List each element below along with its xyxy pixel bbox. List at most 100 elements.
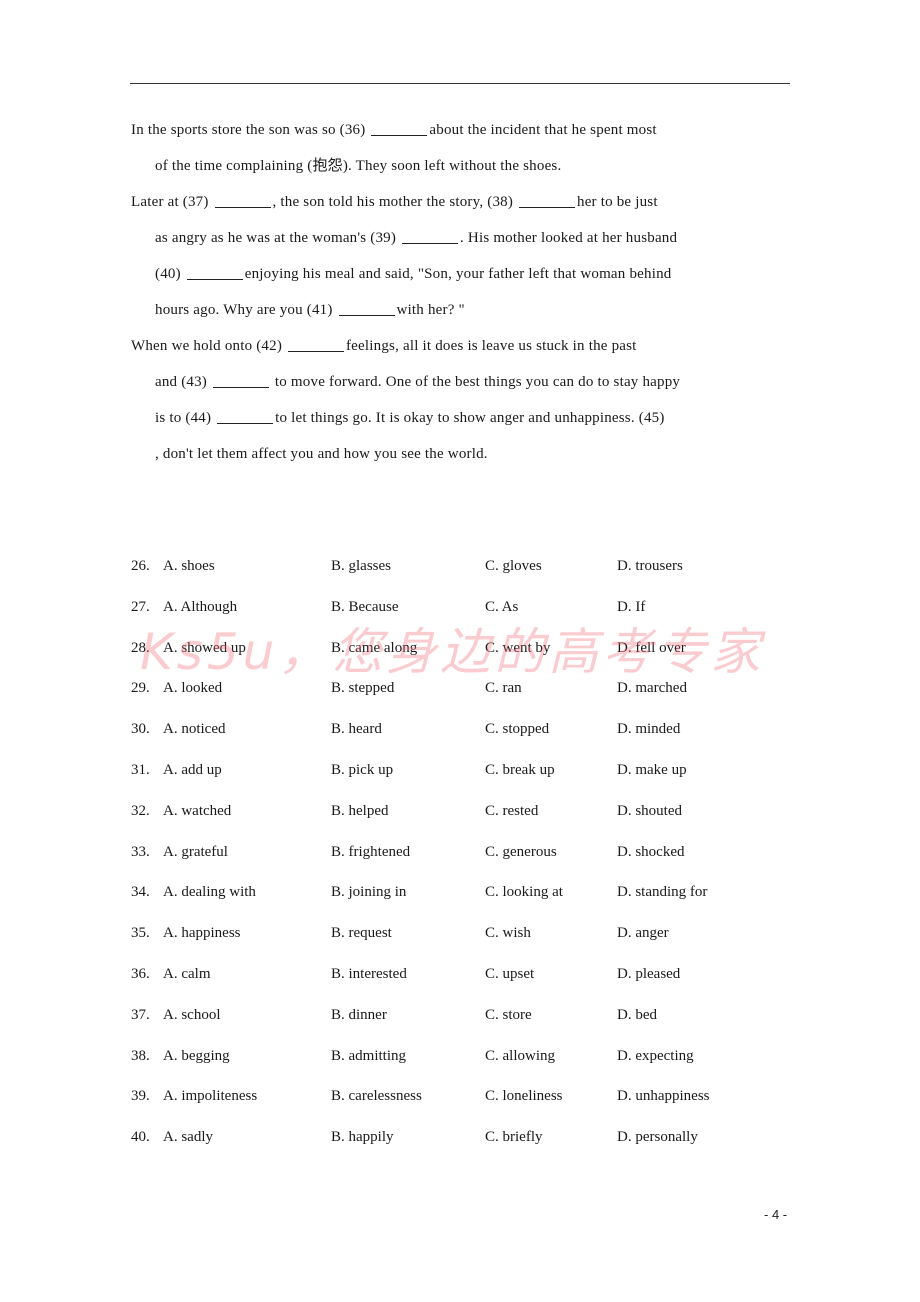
option-b: B. admitting <box>331 1047 406 1064</box>
question-row: 28. A. showed up B. came along C. went by D.… <box>131 630 791 671</box>
question-row: 26. A. shoes B. glasses C. gloves D. trouser… <box>131 548 791 589</box>
option-d: D. personally <box>617 1129 698 1146</box>
passage-text: In the sports store the son was so (36) <box>131 122 370 138</box>
answer-blank <box>186 265 243 280</box>
question-number: 29. <box>131 680 150 697</box>
option-c: C. break up <box>485 761 555 778</box>
answer-blank <box>338 301 395 316</box>
option-a: A. school <box>163 1006 221 1023</box>
answer-blank <box>371 121 428 136</box>
option-a: A. grateful <box>163 843 228 860</box>
option-a: A. impoliteness <box>163 1088 258 1105</box>
passage-line: (40) enjoying his meal and said, "Son, y… <box>131 256 821 292</box>
question-number: 30. <box>131 721 150 738</box>
option-d: D. expecting <box>617 1047 694 1064</box>
option-b: B. helped <box>331 802 389 819</box>
question-number: 35. <box>131 925 150 942</box>
option-d: D. bed <box>617 1006 657 1023</box>
option-a: A. add up <box>163 761 222 778</box>
option-b: B. pick up <box>331 761 394 778</box>
header-rule <box>130 83 790 84</box>
option-c: C. looking at <box>485 884 563 901</box>
option-c: C. rested <box>485 802 539 819</box>
question-row: 29. A. looked B. stepped C. ran D. marched <box>131 670 791 711</box>
option-b: B. came along <box>331 639 418 656</box>
question-row: 37. A. school B. dinner C. store D. bed <box>131 997 791 1038</box>
option-c: C. stopped <box>485 721 550 738</box>
answer-blank <box>287 337 344 352</box>
question-row: 32. A. watched B. helped C. rested D. shoute… <box>131 793 791 834</box>
passage-text: her to be just <box>577 194 658 210</box>
option-c: C. briefly <box>485 1129 543 1146</box>
option-b: B. dinner <box>331 1006 387 1023</box>
passage-text: . His mother looked at her husband <box>460 230 678 246</box>
question-number: 38. <box>131 1047 150 1064</box>
passage-line: Later at (37) , the son told his mother … <box>131 184 821 220</box>
passage-text: feelings, all it does is leave us stuck … <box>345 338 637 354</box>
option-d: D. standing for <box>617 884 708 901</box>
answer-blank <box>402 229 459 244</box>
page-number: - 4 - <box>764 1207 788 1222</box>
passage-text: (40) <box>155 266 185 282</box>
option-b: B. glasses <box>331 558 391 574</box>
question-row: 39. A. impoliteness B. carelessness C. lone… <box>131 1078 791 1119</box>
question-row: 34. A. dealing with B. joining in C. lookin… <box>131 874 791 915</box>
option-d: D. minded <box>617 721 681 738</box>
option-c: C. gloves <box>485 558 542 574</box>
option-d: D. shouted <box>617 802 682 819</box>
answer-blank <box>212 373 269 388</box>
option-c: C. went by <box>485 639 551 656</box>
option-d: D. unhappiness <box>617 1088 710 1105</box>
question-number: 32. <box>131 802 150 819</box>
option-c: C. wish <box>485 925 531 942</box>
option-c: C. upset <box>485 965 535 982</box>
passage-line: is to (44) to let things go. It is okay … <box>131 400 821 436</box>
option-c: C. store <box>485 1006 532 1023</box>
option-a: A. shoes <box>163 558 215 574</box>
option-a: A. looked <box>163 680 223 697</box>
option-a: A. begging <box>163 1047 230 1064</box>
option-d: D. anger <box>617 925 669 942</box>
cloze-passage: In the sports store the son was so (36) … <box>131 112 821 472</box>
passage-text: about the incident that he spent most <box>429 122 657 138</box>
option-b: B. stepped <box>331 680 395 697</box>
option-c: C. allowing <box>485 1047 555 1064</box>
passage-text: is to (44) <box>155 410 216 426</box>
passage-text: as angry as he was at the woman's (39) <box>155 230 401 246</box>
answer-blank <box>519 193 575 208</box>
option-b: B. heard <box>331 721 382 738</box>
option-c: C. loneliness <box>485 1088 563 1105</box>
option-a: A. showed up <box>163 639 246 656</box>
option-b: B. frightened <box>331 843 411 860</box>
option-a: A. calm <box>163 965 211 982</box>
question-number: 37. <box>131 1006 150 1023</box>
passage-line: of the time complaining (抱怨). They soon … <box>131 148 821 184</box>
option-d: D. If <box>617 598 646 615</box>
question-number: 31. <box>131 761 150 778</box>
answer-blank <box>217 409 274 424</box>
option-d: D. shocked <box>617 843 685 860</box>
passage-text: with her? " <box>396 302 465 318</box>
option-c: C. As <box>485 598 519 615</box>
passage-text: to move forward. One of the best things … <box>270 374 681 390</box>
option-b: B. happily <box>331 1129 394 1146</box>
question-number: 28. <box>131 639 150 656</box>
option-d: D. make up <box>617 761 687 778</box>
question-row: 31. A. add up B. pick up C. break up D. make… <box>131 752 791 793</box>
passage-text: When we hold onto (42) <box>131 338 286 354</box>
passage-text: to let things go. It is okay to show ang… <box>275 410 665 426</box>
question-number: 39. <box>131 1088 150 1105</box>
passage-text: hours ago. Why are you (41) <box>155 302 337 318</box>
option-a: A. noticed <box>163 721 226 738</box>
passage-line: When we hold onto (42) feelings, all it … <box>131 328 821 364</box>
passage-text: , don't let them affect you and how you … <box>155 446 488 462</box>
question-row: 30. A. noticed B. heard C. stopped D. minded <box>131 711 791 752</box>
question-row: 40. A. sadly B. happily C. briefly D. person… <box>131 1119 791 1160</box>
passage-line: and (43) to move forward. One of the bes… <box>131 364 821 400</box>
question-row: 33. A. grateful B. frightened C. generous D.… <box>131 834 791 875</box>
option-d: D. fell over <box>617 639 686 656</box>
option-b: B. carelessness <box>331 1088 422 1105</box>
option-d: D. trousers <box>617 558 683 574</box>
passage-text: , the son told his mother the story, (38… <box>272 194 517 210</box>
question-row: 36. A. calm B. interested C. upset D. please… <box>131 956 791 997</box>
